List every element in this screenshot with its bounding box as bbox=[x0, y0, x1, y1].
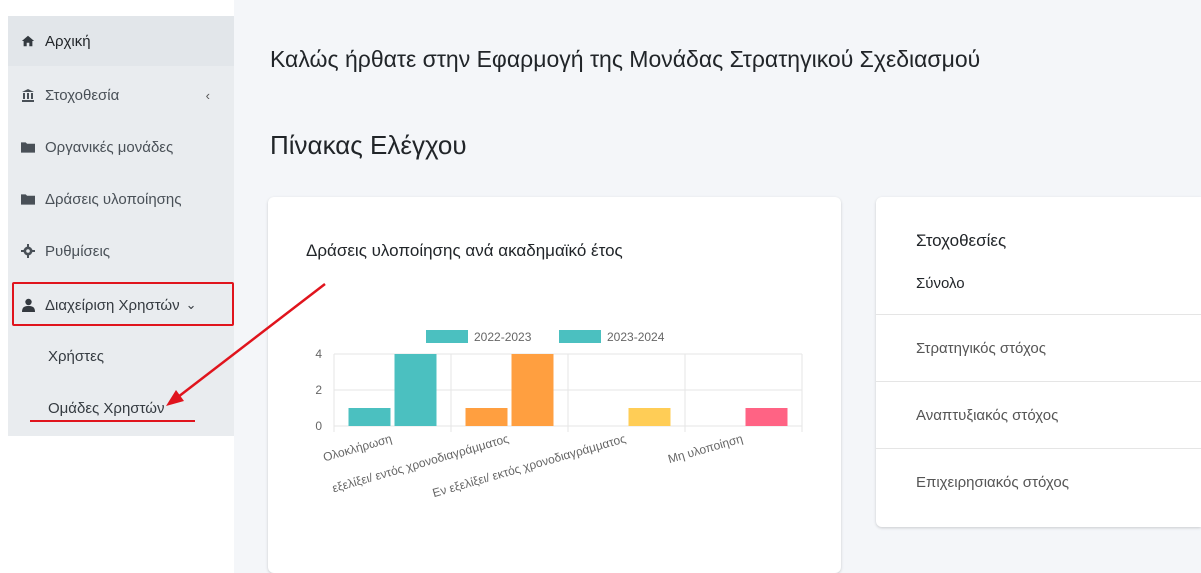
stats-title: Στοχοθεσίες bbox=[916, 231, 1007, 250]
y-tick-label: 2 bbox=[315, 383, 322, 397]
legend-label: 2022-2023 bbox=[474, 330, 532, 344]
stats-card: Στοχοθεσίες Σύνολο Στρατηγικός στόχος Αν… bbox=[876, 197, 1201, 527]
x-tick-label: Ολοκλήρωση bbox=[321, 431, 393, 464]
page-title: Πίνακας Ελέγχου bbox=[270, 130, 467, 160]
sidebar-item-label: Ρυθμίσεις bbox=[45, 242, 111, 260]
home-icon bbox=[21, 34, 35, 48]
gear-icon bbox=[21, 244, 35, 258]
stats-row-developmental: Αναπτυξιακός στόχος bbox=[876, 381, 1201, 448]
stats-row-strategic: Στρατηγικός στόχος bbox=[876, 314, 1201, 381]
bar-2023-2024 bbox=[628, 408, 671, 426]
bar-2022-2023 bbox=[465, 408, 508, 426]
stats-row-operational: Επιχειρησιακός στόχος bbox=[876, 448, 1201, 515]
y-tick-label: 0 bbox=[315, 419, 322, 433]
sidebar-item-label: Οργανικές μονάδες bbox=[45, 138, 174, 156]
sidebar-item-settings[interactable]: Ρυθμίσεις bbox=[8, 226, 234, 276]
legend-swatch bbox=[559, 330, 601, 343]
folder-icon bbox=[21, 140, 35, 154]
sidebar-item-home[interactable]: Αρχική bbox=[8, 16, 234, 66]
y-tick-label: 4 bbox=[315, 347, 322, 361]
legend-swatch bbox=[426, 330, 468, 343]
sidebar-item-label: Στοχοθεσία bbox=[45, 86, 120, 104]
x-tick-label: Εν εξελίξει/ εκτός χρονοδιαγράμματος bbox=[431, 431, 628, 500]
sidebar-item-targeting[interactable]: Στοχοθεσία ‹ bbox=[8, 70, 234, 120]
stats-total-label: Σύνολο bbox=[916, 275, 965, 292]
sidebar-item-org-units[interactable]: Οργανικές μονάδες bbox=[8, 122, 234, 172]
x-tick-label: Μη υλοποίηση bbox=[666, 431, 744, 466]
folder-icon bbox=[21, 192, 35, 206]
annotation-highlight-box bbox=[12, 282, 234, 326]
institution-icon bbox=[21, 88, 35, 102]
bar-chart: 024Ολοκλήρωσηεξελίξει/ εντός χρονοδιαγρά… bbox=[315, 330, 803, 500]
chevron-left-icon: ‹ bbox=[205, 87, 210, 103]
stats-row-label: Αναπτυξιακός στόχος bbox=[916, 406, 1059, 424]
bar-2023-2024 bbox=[394, 354, 437, 426]
sidebar-subitem-users[interactable]: Χρήστες bbox=[48, 348, 104, 365]
welcome-heading: Καλώς ήρθατε στην Εφαρμογή της Μονάδας Σ… bbox=[270, 46, 981, 72]
legend-label: 2023-2024 bbox=[607, 330, 665, 344]
sidebar-item-label: Δράσεις υλοποίησης bbox=[45, 190, 182, 208]
chart-card: Δράσεις υλοποίησης ανά ακαδημαϊκό έτος 0… bbox=[268, 197, 841, 573]
bar-2023-2024 bbox=[511, 354, 554, 426]
sidebar-item-label: Αρχική bbox=[45, 32, 91, 50]
annotation-underline bbox=[30, 420, 195, 422]
sidebar-subitem-user-groups[interactable]: Ομάδες Χρηστών bbox=[48, 400, 164, 417]
stats-row-label: Επιχειρησιακός στόχος bbox=[916, 473, 1069, 491]
stats-row-label: Στρατηγικός στόχος bbox=[916, 339, 1047, 357]
bar-2023-2024 bbox=[745, 408, 788, 426]
bar-2022-2023 bbox=[348, 408, 391, 426]
sidebar-item-actions[interactable]: Δράσεις υλοποίησης bbox=[8, 174, 234, 224]
